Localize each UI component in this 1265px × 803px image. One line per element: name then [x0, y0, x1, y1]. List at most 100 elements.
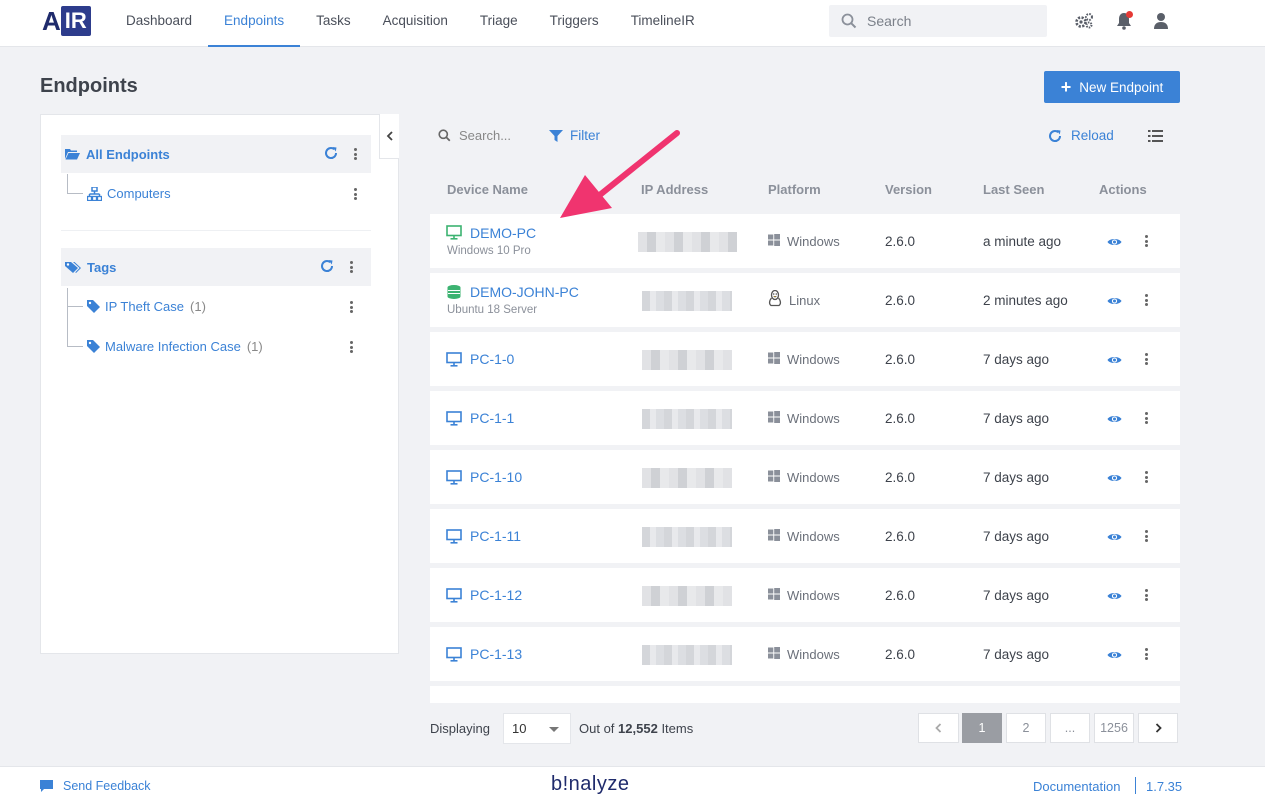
- row-menu-icon[interactable]: [1141, 587, 1151, 603]
- tree-item-ip-theft-case[interactable]: IP Theft Case (1): [87, 299, 206, 314]
- table-row[interactable]: PC-1-1 Windows 2.6.0 7 days ago: [430, 391, 1180, 445]
- column-ip-address[interactable]: IP Address: [641, 182, 708, 197]
- view-eye-icon[interactable]: [1107, 294, 1122, 309]
- new-endpoint-button[interactable]: + New Endpoint: [1044, 71, 1180, 103]
- filter-button[interactable]: Filter: [549, 128, 600, 143]
- table-row[interactable]: DEMO-JOHN-PC Ubuntu 18 Server Linux 2.6.…: [430, 273, 1180, 327]
- table-row[interactable]: PC-1-0 Windows 2.6.0 7 days ago: [430, 332, 1180, 386]
- device-name-link[interactable]: PC-1-1: [470, 410, 514, 426]
- send-feedback-link[interactable]: Send Feedback: [40, 779, 151, 793]
- search-placeholder: Search: [867, 13, 912, 29]
- last-seen-cell: 7 days ago: [983, 352, 1050, 367]
- platform-label: Windows: [787, 352, 840, 367]
- nav-acquisition[interactable]: Acquisition: [367, 0, 464, 47]
- table-row[interactable]: PC-1-11 Windows 2.6.0 7 days ago: [430, 509, 1180, 563]
- nav-dashboard[interactable]: Dashboard: [110, 0, 208, 47]
- row-menu-icon[interactable]: [1141, 528, 1151, 544]
- device-name-link[interactable]: PC-1-0: [470, 351, 514, 367]
- page-size-select[interactable]: 10: [503, 713, 571, 744]
- table-row[interactable]: PC-1-13 Windows 2.6.0 7 days ago: [430, 627, 1180, 681]
- device-name-link[interactable]: DEMO-JOHN-PC: [470, 284, 579, 300]
- device-name-link[interactable]: PC-1-11: [470, 528, 521, 544]
- windows-icon: [768, 647, 780, 662]
- notification-bell-icon[interactable]: [1114, 11, 1134, 31]
- row-menu-icon[interactable]: [1141, 233, 1151, 249]
- main-nav: Dashboard Endpoints Tasks Acquisition Tr…: [110, 0, 711, 47]
- row-menu-icon[interactable]: [1141, 351, 1151, 367]
- collapse-panel-button[interactable]: [379, 114, 399, 159]
- windows-icon: [768, 588, 780, 603]
- tags-menu-icon[interactable]: [346, 259, 356, 275]
- nav-timelineir[interactable]: TimelineIR: [615, 0, 711, 47]
- platform-cell: Windows: [768, 647, 840, 662]
- refresh-icon[interactable]: [324, 146, 338, 164]
- view-eye-icon[interactable]: [1107, 589, 1122, 604]
- column-platform[interactable]: Platform: [768, 182, 821, 197]
- tree-all-endpoints[interactable]: All Endpoints: [61, 135, 371, 173]
- nav-tasks[interactable]: Tasks: [300, 0, 367, 47]
- tree-item-malware-infection-case[interactable]: Malware Infection Case (1): [87, 339, 263, 354]
- page-button[interactable]: 2: [1006, 713, 1046, 743]
- reload-label: Reload: [1071, 128, 1114, 143]
- nav-endpoints[interactable]: Endpoints: [208, 0, 301, 47]
- page-footer: Send Feedback b!nalyze Documentation 1.7…: [0, 766, 1265, 803]
- documentation-link[interactable]: Documentation: [1033, 779, 1120, 794]
- view-eye-icon[interactable]: [1107, 648, 1122, 663]
- table-row[interactable]: PC-1-10 Windows 2.6.0 7 days ago: [430, 450, 1180, 504]
- column-last-seen[interactable]: Last Seen: [983, 182, 1044, 197]
- device-name-link[interactable]: PC-1-13: [470, 646, 522, 662]
- next-page-button[interactable]: [1138, 713, 1178, 743]
- column-device-name[interactable]: Device Name: [447, 182, 528, 197]
- filter-icon: [549, 129, 563, 142]
- view-eye-icon[interactable]: [1107, 530, 1122, 545]
- column-version[interactable]: Version: [885, 182, 932, 197]
- device-name-link[interactable]: PC-1-12: [470, 587, 522, 603]
- monitor-icon: [446, 352, 462, 370]
- tag-menu-icon[interactable]: [346, 299, 356, 315]
- tree-item-computers[interactable]: Computers: [87, 186, 171, 201]
- device-name-link[interactable]: PC-1-10: [470, 469, 522, 485]
- table-row[interactable]: PC-1-12 Windows 2.6.0 7 days ago: [430, 568, 1180, 622]
- tag-menu-icon[interactable]: [346, 339, 356, 355]
- global-search-input[interactable]: Search: [829, 5, 1047, 37]
- computers-menu-icon[interactable]: [350, 186, 360, 202]
- tree-tags[interactable]: Tags: [61, 248, 371, 286]
- tree-connector: [67, 307, 83, 347]
- monitor-icon: [446, 225, 462, 243]
- list-view-icon[interactable]: [1148, 130, 1163, 145]
- row-menu-icon[interactable]: [1141, 469, 1151, 485]
- page-title: Endpoints: [40, 75, 138, 97]
- nav-triggers[interactable]: Triggers: [534, 0, 615, 47]
- view-eye-icon[interactable]: [1107, 353, 1122, 368]
- endpoint-search-input[interactable]: Search...: [438, 128, 511, 143]
- view-eye-icon[interactable]: [1107, 412, 1122, 427]
- refresh-tags-icon[interactable]: [320, 259, 334, 277]
- device-name-link[interactable]: DEMO-PC: [470, 225, 536, 241]
- platform-label: Windows: [787, 647, 840, 662]
- tag-count: (1): [246, 339, 263, 354]
- tag-icon: [87, 300, 100, 313]
- view-eye-icon[interactable]: [1107, 471, 1122, 486]
- page-button[interactable]: 1256: [1094, 713, 1134, 743]
- items-suffix: Items: [661, 721, 694, 736]
- windows-icon: [768, 529, 780, 544]
- user-icon[interactable]: [1151, 11, 1171, 31]
- row-menu-icon[interactable]: [1141, 292, 1151, 308]
- prev-page-button[interactable]: [918, 713, 959, 743]
- settings-gears-icon[interactable]: [1074, 11, 1094, 31]
- platform-label: Windows: [787, 411, 840, 426]
- table-row[interactable]: DEMO-PC Windows 10 Pro Windows 2.6.0 a m…: [430, 214, 1180, 268]
- row-menu-icon[interactable]: [1141, 646, 1151, 662]
- monitor-icon: [446, 588, 462, 606]
- reload-button[interactable]: Reload: [1048, 128, 1114, 143]
- nav-triage[interactable]: Triage: [464, 0, 534, 47]
- page-button-current[interactable]: 1: [962, 713, 1002, 743]
- app-version: 1.7.35: [1146, 779, 1183, 794]
- last-seen-cell: 2 minutes ago: [983, 293, 1068, 308]
- air-logo[interactable]: A IR: [42, 6, 91, 36]
- all-endpoints-menu-icon[interactable]: [350, 146, 360, 162]
- view-eye-icon[interactable]: [1107, 235, 1122, 250]
- version-cell: 2.6.0: [885, 470, 916, 485]
- notification-dot: [1126, 11, 1133, 18]
- row-menu-icon[interactable]: [1141, 410, 1151, 426]
